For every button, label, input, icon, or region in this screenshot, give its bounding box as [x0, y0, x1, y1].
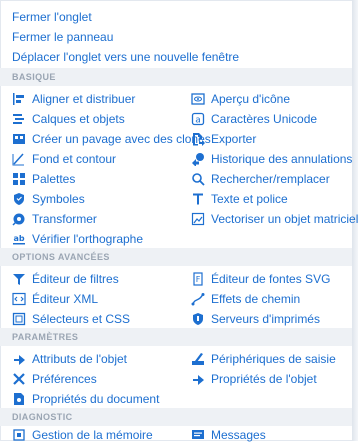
menu-item-label: Calques et objets	[32, 112, 125, 126]
menu-item-symbols[interactable]: Symboles	[12, 190, 85, 208]
object-properties-icon	[191, 372, 205, 386]
section-basique-header: BASIQUE	[0, 68, 352, 86]
menu-item-trace-bitmap[interactable]: Vectoriser un objet matriciel	[191, 210, 358, 228]
menu-item-fill-stroke[interactable]: Fond et contour	[12, 150, 116, 168]
selectors-css-icon	[12, 312, 26, 326]
export-icon	[191, 132, 205, 146]
menu-item-label: Transformer	[32, 212, 97, 226]
menu-item-label: Aperçu d'icône	[211, 92, 291, 106]
menu-item-label: Propriétés du document	[32, 392, 160, 406]
menu-item-transform[interactable]: Transformer	[12, 210, 97, 228]
section-settings-header: PARAMÈTRES	[0, 328, 352, 346]
menu-item-object-attributes[interactable]: Attributs de l'objet	[12, 350, 127, 368]
menu-item-label: Vectoriser un objet matriciel	[211, 212, 358, 226]
svg-text:a: a	[195, 116, 201, 126]
menu-item-label: Symboles	[32, 192, 85, 206]
xml-editor-icon	[12, 292, 26, 306]
menu-item-text-font[interactable]: Texte et police	[191, 190, 288, 208]
menu-item-label: Éditeur de fontes SVG	[211, 272, 331, 286]
menu-item-tile-clones[interactable]: Créer un pavage avec des clones	[12, 130, 211, 148]
section-diagnostic-header: DIAGNOSTIC	[0, 408, 352, 426]
menu-item-label: Caractères Unicode	[211, 112, 318, 126]
menu-item-label: Fond et contour	[32, 152, 117, 166]
menu-item-label: Sélecteurs et CSS	[32, 312, 131, 326]
section-advanced-header: OPTIONS AVANCÉES	[0, 248, 352, 266]
menu-item-label: Serveurs d'imprimés	[211, 312, 320, 326]
menu-item-unicode-characters[interactable]: a Caractères Unicode	[191, 110, 317, 128]
menu-item-label: Créer un pavage avec des clones	[32, 132, 211, 146]
menu-item-swatch-servers[interactable]: Serveurs d'imprimés	[191, 310, 320, 328]
menu-item-label: Texte et police	[211, 192, 288, 206]
palettes-icon	[12, 172, 26, 186]
input-devices-icon	[191, 352, 205, 366]
menu-item-memory[interactable]: Gestion de la mémoire	[12, 426, 153, 444]
menu-item-align-distribute[interactable]: Aligner et distribuer	[12, 90, 135, 108]
svg-text:ab: ab	[13, 234, 24, 243]
menu-item-find-replace[interactable]: Rechercher/remplacer	[191, 170, 330, 188]
menu-item-document-properties[interactable]: Propriétés du document	[12, 390, 159, 408]
memory-icon	[12, 428, 26, 442]
svg-font-editor-icon: F	[191, 272, 205, 286]
menu-item-xml-editor[interactable]: Éditeur XML	[12, 290, 98, 308]
menu-item-label: Effets de chemin	[211, 292, 301, 306]
menu-item-label: Vérifier l'orthographe	[32, 232, 144, 246]
menu-item-label: Éditeur XML	[32, 292, 99, 306]
menu-item-preferences[interactable]: Préférences	[12, 370, 97, 388]
preferences-icon	[12, 372, 26, 386]
menu-item-label: Aligner et distribuer	[32, 92, 136, 106]
menu-item-spellcheck[interactable]: ab Vérifier l'orthographe	[12, 230, 143, 248]
svg-text:F: F	[196, 275, 201, 284]
menu-item-label: Périphériques de saisie	[211, 352, 336, 366]
menu-item-layers-objects[interactable]: Calques et objets	[12, 110, 125, 128]
menu-item-svg-font-editor[interactable]: F Éditeur de fontes SVG	[191, 270, 330, 288]
menu-item-label: Exporter	[211, 132, 257, 146]
layers-objects-icon	[12, 112, 26, 126]
menu-item-label: Gestion de la mémoire	[32, 428, 153, 442]
swatch-servers-icon	[191, 312, 205, 326]
menu-item-messages[interactable]: Messages	[191, 426, 266, 444]
fill-stroke-icon	[12, 152, 26, 166]
filter-editor-icon	[12, 272, 26, 286]
menu-item-label: Éditeur de filtres	[32, 272, 119, 286]
move-tab-new-window-item[interactable]: Déplacer l'onglet vers une nouvelle fenê…	[12, 48, 239, 66]
menu-item-label: Historique des annulations	[211, 152, 353, 166]
menu-item-input-devices[interactable]: Périphériques de saisie	[191, 350, 336, 368]
object-attributes-icon	[12, 352, 26, 366]
unicode-characters-icon: a	[191, 112, 205, 126]
menu-item-label: Palettes	[32, 172, 76, 186]
menu-item-label: Rechercher/remplacer	[211, 172, 330, 186]
menu-item-path-effects[interactable]: Effets de chemin	[191, 290, 300, 308]
menu-item-undo-history[interactable]: Historique des annulations	[191, 150, 352, 168]
messages-icon	[191, 428, 205, 442]
find-replace-icon	[191, 172, 205, 186]
menu-item-label: Préférences	[32, 372, 97, 386]
undo-history-icon	[191, 152, 205, 166]
menu-item-object-properties[interactable]: Propriétés de l'objet	[191, 370, 317, 388]
menu-item-label: Attributs de l'objet	[32, 352, 128, 366]
menu-item-palettes[interactable]: Palettes	[12, 170, 75, 188]
text-font-icon	[191, 192, 205, 206]
align-distribute-icon	[12, 92, 26, 106]
close-panel-item[interactable]: Fermer le panneau	[12, 28, 113, 46]
trace-bitmap-icon	[191, 212, 205, 226]
close-tab-item[interactable]: Fermer l'onglet	[12, 8, 92, 26]
symbols-icon	[12, 192, 26, 206]
menu-item-selectors-css[interactable]: Sélecteurs et CSS	[12, 310, 130, 328]
transform-icon	[12, 212, 26, 226]
menu-item-label: Propriétés de l'objet	[211, 372, 317, 386]
icon-preview-icon	[191, 92, 205, 106]
menu-item-export[interactable]: Exporter	[191, 130, 256, 148]
menu-item-icon-preview[interactable]: Aperçu d'icône	[191, 90, 290, 108]
path-effects-icon	[191, 292, 205, 306]
tile-clones-icon	[12, 132, 26, 146]
menu-item-label: Messages	[211, 428, 266, 442]
document-properties-icon	[12, 392, 26, 406]
spellcheck-icon: ab	[12, 232, 26, 246]
menu-item-filter-editor[interactable]: Éditeur de filtres	[12, 270, 119, 288]
